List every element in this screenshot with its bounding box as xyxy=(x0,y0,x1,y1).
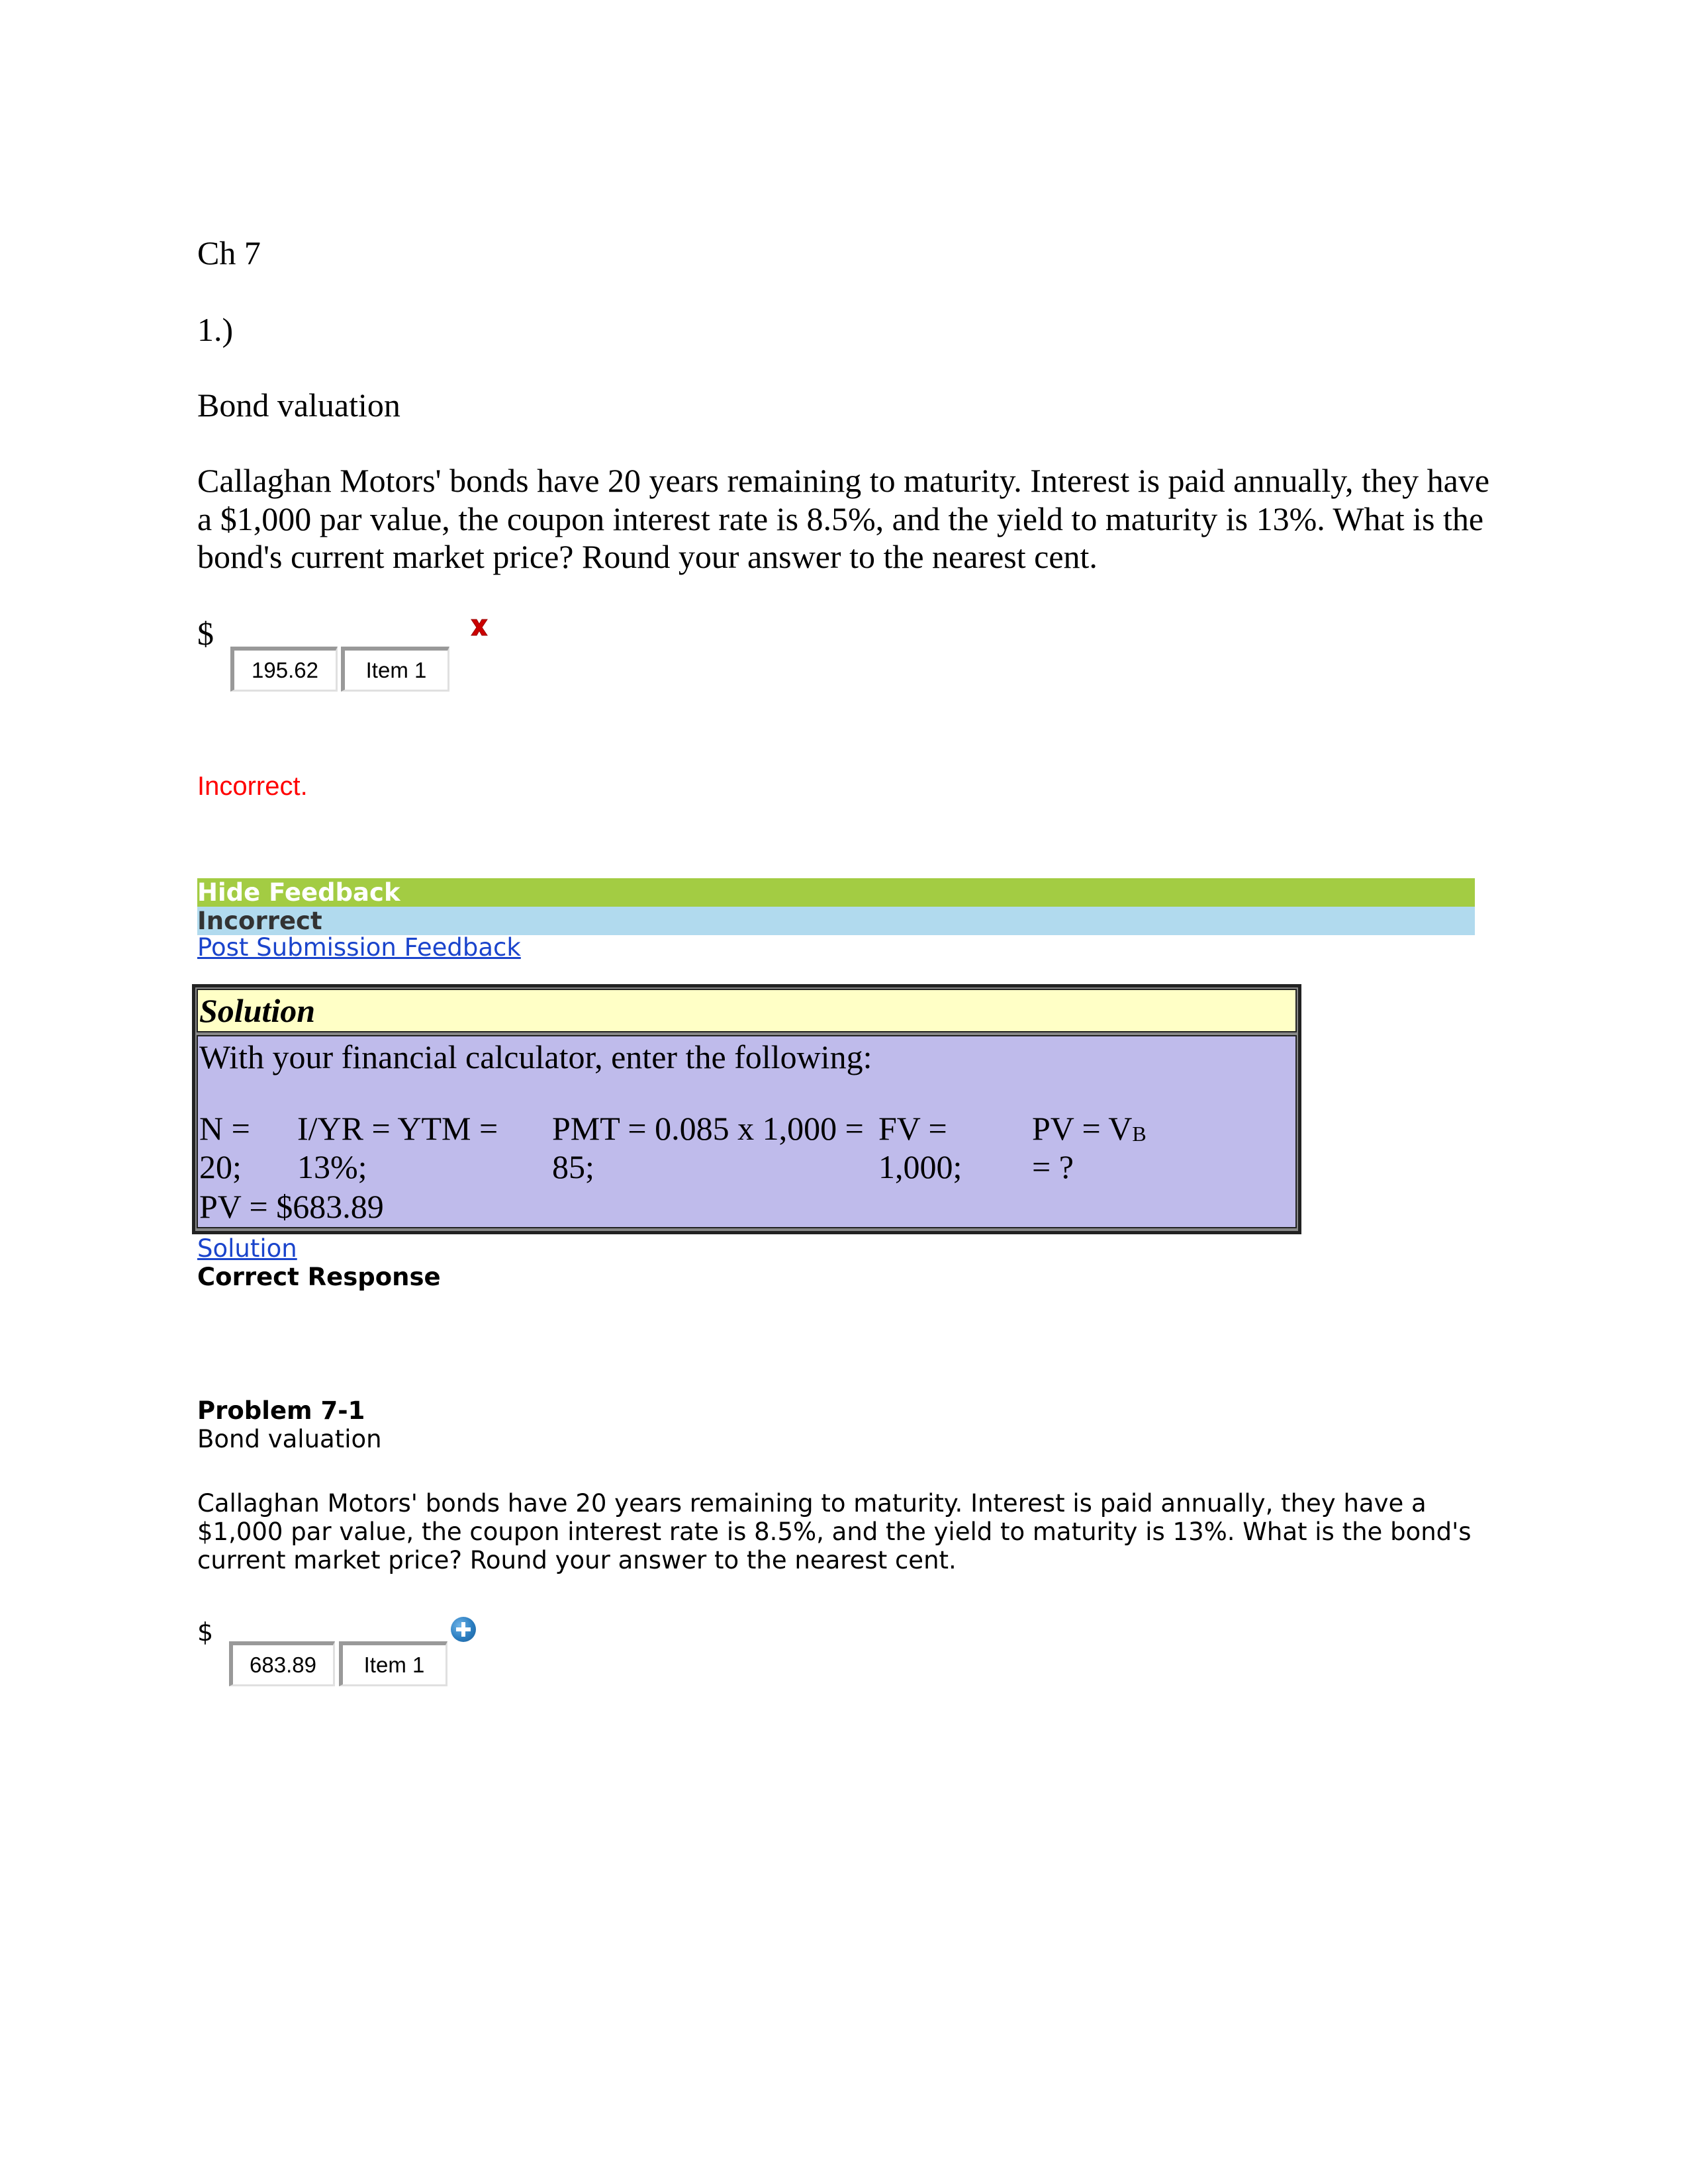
calc-fv-label: FV = xyxy=(878,1110,947,1147)
solution-box: Solution With your financial calculator,… xyxy=(192,984,1301,1234)
calc-pmt-value: 85; xyxy=(552,1148,594,1185)
solution-intro: With your financial calculator, enter th… xyxy=(199,1038,872,1075)
question-number: 1.) xyxy=(197,311,234,348)
problem-item-label: Item 1 xyxy=(363,1652,425,1677)
feedback-status-label: Incorrect xyxy=(197,907,322,935)
problem-topic: Bond valuation xyxy=(197,1425,382,1453)
calc-n-value: 20; xyxy=(199,1148,242,1185)
incorrect-x-icon xyxy=(469,617,490,641)
feedback-status-bar: Incorrect xyxy=(197,907,1475,935)
problem-text: Callaghan Motors' bonds have 20 years re… xyxy=(197,1489,1472,1574)
problem-answer-value: 683.89 xyxy=(250,1652,316,1677)
result-incorrect-text: Incorrect. xyxy=(197,772,308,801)
solution-link[interactable]: Solution xyxy=(197,1234,297,1263)
solution-title: Solution xyxy=(197,989,1297,1032)
currency-symbol: $ xyxy=(197,615,214,652)
calc-pv-label-text: PV = V xyxy=(1032,1110,1133,1147)
calc-pv-label-subscript: B xyxy=(1132,1122,1147,1146)
post-submission-feedback-link[interactable]: Post Submission Feedback xyxy=(197,933,521,962)
correct-response-label: Correct Response xyxy=(197,1263,441,1291)
problem-currency-symbol: $ xyxy=(197,1617,214,1647)
solution-result: PV = $683.89 xyxy=(199,1188,384,1225)
calc-fv-value: 1,000; xyxy=(878,1148,962,1185)
problem-item-label-box: Item 1 xyxy=(339,1641,447,1686)
calc-pmt-label: PMT = 0.085 x 1,000 = xyxy=(552,1110,864,1147)
item-label-box: Item 1 xyxy=(341,647,449,692)
chapter-heading: Ch 7 xyxy=(197,234,261,271)
hide-feedback-button[interactable]: Hide Feedback xyxy=(197,878,1475,907)
hide-feedback-label: Hide Feedback xyxy=(197,878,400,907)
calc-pv-label: PV = VB xyxy=(1032,1109,1147,1153)
answer-input[interactable]: 195.62 xyxy=(230,647,338,692)
calc-n-label: N = xyxy=(199,1110,250,1147)
item-label: Item 1 xyxy=(365,657,427,682)
question-topic: Bond valuation xyxy=(197,387,400,424)
problem-title: Problem 7-1 xyxy=(197,1396,365,1425)
problem-answer-input[interactable]: 683.89 xyxy=(229,1641,335,1686)
question-text: Callaghan Motors' bonds have 20 years re… xyxy=(197,462,1490,575)
calc-iyr-label: I/YR = YTM = xyxy=(297,1110,498,1147)
expand-plus-icon[interactable] xyxy=(451,1617,476,1642)
solution-body: With your financial calculator, enter th… xyxy=(197,1035,1297,1228)
calc-pv-value: = ? xyxy=(1032,1148,1074,1185)
answer-value: 195.62 xyxy=(252,657,318,682)
calc-iyr-value: 13%; xyxy=(297,1148,367,1185)
